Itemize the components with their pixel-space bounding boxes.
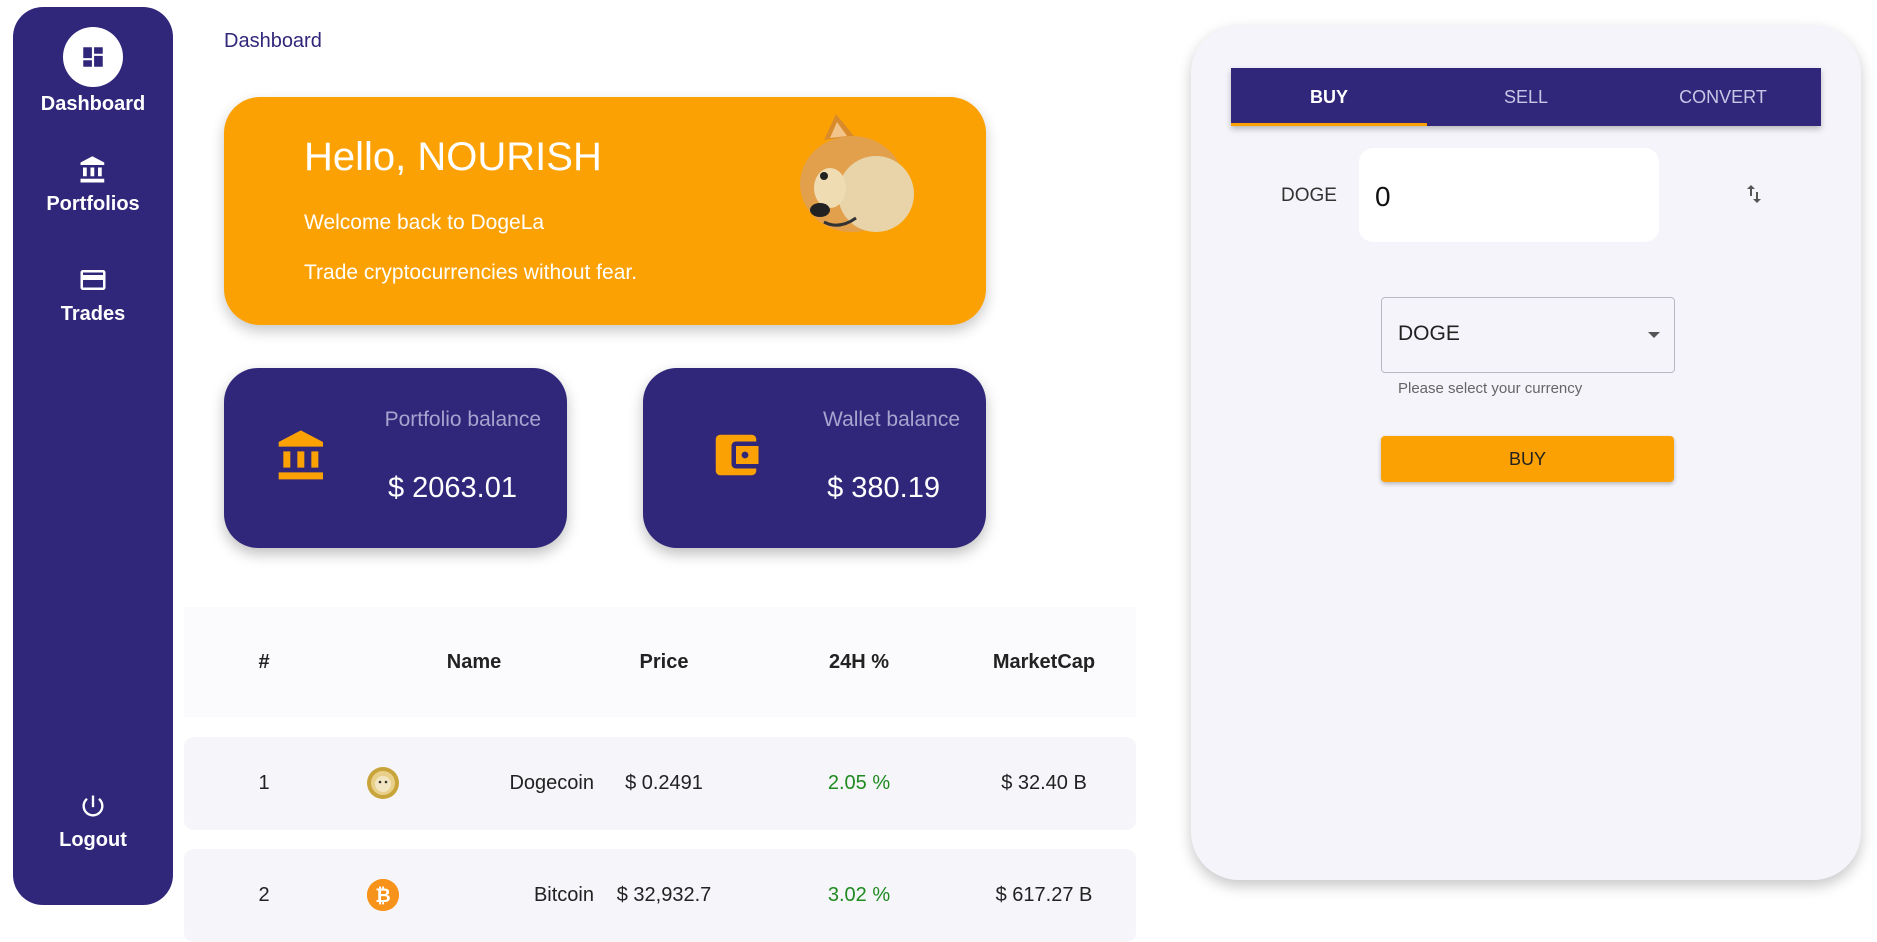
- tab-label: CONVERT: [1679, 87, 1767, 107]
- breadcrumb: Dashboard: [224, 30, 322, 52]
- welcome-subtitle: Welcome back to DogeLa: [304, 211, 545, 234]
- tab-buy[interactable]: BUY: [1231, 68, 1427, 126]
- amount-field-container: [1359, 148, 1659, 242]
- tab-label: SELL: [1503, 87, 1549, 107]
- svg-text:₿: ₿: [375, 885, 390, 907]
- sidebar-item-trades[interactable]: Trades: [13, 263, 173, 326]
- sidebar-item-label: Trades: [60, 303, 126, 325]
- table-row[interactable]: 2 ₿ Bitcoin $ 32,932.7 3.02 % $ 617.27 B: [184, 849, 1136, 942]
- portfolio-balance-card: Portfolio balance $ 2063.01: [224, 368, 567, 548]
- amount-input[interactable]: [1373, 176, 1647, 218]
- welcome-card: Hello, NOURISH Welcome back to DogeLa Tr…: [224, 97, 986, 325]
- bank-icon: [274, 428, 330, 489]
- sidebar-item-label: Dashboard: [40, 93, 146, 115]
- trade-tabs: BUY SELL CONVERT: [1231, 68, 1821, 126]
- dogecoin-icon: [367, 767, 399, 799]
- wallet-balance-card: Wallet balance $ 380.19: [643, 368, 986, 548]
- trade-panel: BUY SELL CONVERT DOGE DOGE Please select…: [1191, 25, 1861, 880]
- row-marketcap: $ 32.40 B: [1001, 772, 1087, 794]
- row-rank: 2: [258, 884, 270, 906]
- power-icon: [13, 789, 173, 823]
- column-header-marketcap: MarketCap: [992, 651, 1096, 673]
- sidebar: Dashboard Portfolios Trades Logout: [13, 7, 173, 905]
- swap-vertical-icon[interactable]: [1742, 182, 1766, 211]
- row-price: $ 0.2491: [625, 772, 703, 794]
- row-name: Bitcoin: [533, 884, 594, 906]
- row-marketcap: $ 617.27 B: [995, 884, 1093, 906]
- credit-card-icon: [13, 263, 173, 297]
- currency-helper-text: Please select your currency: [1398, 380, 1583, 397]
- portfolio-balance-value: $ 2063.01: [387, 472, 517, 504]
- doge-mascot-image: [784, 112, 914, 247]
- row-price: $ 32,932.7: [616, 884, 712, 906]
- column-header-change: 24H %: [828, 651, 890, 673]
- amount-currency-label: DOGE: [1281, 185, 1337, 206]
- row-rank: 1: [258, 772, 270, 794]
- sidebar-item-label: Portfolios: [46, 193, 140, 215]
- portfolio-balance-label: Portfolio balance: [384, 408, 541, 431]
- logout-button[interactable]: Logout: [13, 789, 173, 852]
- row-change: 2.05 %: [827, 772, 891, 794]
- active-tab-indicator: [1231, 123, 1427, 126]
- wallet-balance-value: $ 380.19: [827, 472, 940, 504]
- tab-sell[interactable]: SELL: [1428, 68, 1624, 126]
- greeting-title: Hello, NOURISH: [304, 135, 602, 179]
- row-change: 3.02 %: [827, 884, 891, 906]
- bank-icon: [13, 153, 173, 187]
- table-header: # Name Price 24H % MarketCap: [184, 607, 1136, 717]
- welcome-tagline: Trade cryptocurrencies without fear.: [304, 261, 638, 284]
- bitcoin-icon: ₿: [367, 879, 399, 911]
- currency-select[interactable]: DOGE: [1381, 297, 1675, 373]
- currency-select-value: DOGE: [1398, 322, 1460, 345]
- row-name: Dogecoin: [509, 772, 594, 794]
- wallet-balance-label: Wallet balance: [823, 408, 960, 431]
- column-header-rank: #: [258, 651, 270, 673]
- column-header-name: Name: [446, 651, 502, 673]
- sidebar-item-portfolios[interactable]: Portfolios: [13, 153, 173, 216]
- wallet-icon: [709, 428, 763, 487]
- table-row[interactable]: 1 Dogecoin $ 0.2491 2.05 % $ 32.40 B: [184, 737, 1136, 830]
- tab-label: BUY: [1309, 87, 1348, 107]
- tab-convert[interactable]: CONVERT: [1625, 68, 1821, 126]
- logout-label: Logout: [59, 829, 127, 851]
- chevron-down-icon: [1648, 332, 1660, 338]
- sidebar-item-dashboard[interactable]: Dashboard: [13, 27, 173, 116]
- buy-button[interactable]: BUY: [1381, 436, 1674, 482]
- column-header-price: Price: [639, 651, 689, 673]
- dashboard-icon: [63, 27, 123, 87]
